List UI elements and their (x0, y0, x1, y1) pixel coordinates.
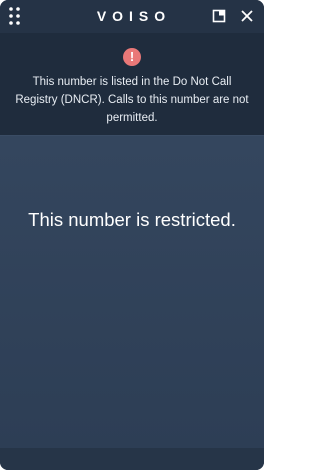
dncr-alert-banner: ! This number is listed in the Do Not Ca… (0, 33, 264, 136)
footer-bar (0, 448, 264, 470)
exclamation-icon: ! (123, 48, 141, 66)
maximize-icon[interactable] (209, 6, 229, 26)
restricted-status-text: This number is restricted. (28, 209, 236, 230)
voiso-widget: VOISO ! This number is listed in the Do … (0, 0, 264, 470)
title-bar: VOISO (0, 0, 264, 33)
alert-message: This number is listed in the Do Not Call… (15, 76, 249, 124)
main-panel: This number is restricted. (0, 136, 264, 448)
close-icon[interactable] (237, 6, 257, 26)
